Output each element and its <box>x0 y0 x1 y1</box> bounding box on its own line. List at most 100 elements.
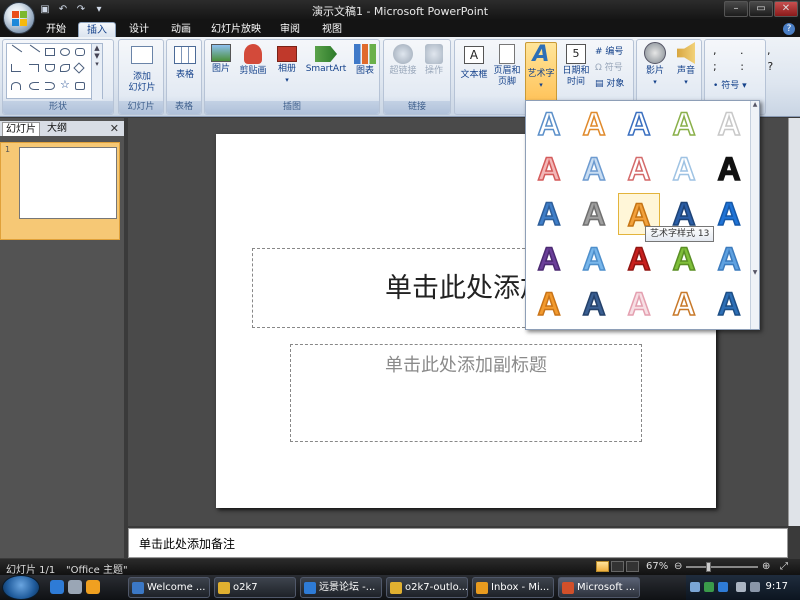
wordart-gallery-scrollbar[interactable]: ▲ ▼ <box>750 101 759 329</box>
tray-icon-2[interactable] <box>704 582 714 592</box>
slide-thumbnail[interactable] <box>19 147 117 219</box>
elbow-connector-icon[interactable] <box>11 64 21 72</box>
wordart-style-10[interactable]: A <box>708 148 750 190</box>
smartart-button[interactable]: SmartArt <box>303 42 349 75</box>
desktop-quicklaunch-icon[interactable] <box>68 580 82 594</box>
header-footer-button[interactable]: 页眉和 页脚 <box>491 42 523 88</box>
save-icon[interactable]: ▣ <box>38 3 52 16</box>
arc-shape-icon[interactable] <box>11 82 21 90</box>
sound-dropdown-icon[interactable]: ▾ <box>671 77 701 88</box>
new-slide-button[interactable]: 添加 幻灯片 <box>123 42 161 94</box>
notes-pane[interactable]: 单击此处添加备注 <box>128 528 788 558</box>
wordart-style-9[interactable]: A <box>663 148 705 190</box>
wordart-style-25[interactable]: A <box>708 283 750 325</box>
picture-button[interactable]: 图片 <box>208 42 234 75</box>
customize-icon[interactable]: ▾ <box>92 3 106 16</box>
task-powerpoint[interactable]: Microsoft ... <box>558 577 640 598</box>
zoom-out-icon[interactable]: ⊖ <box>674 561 682 572</box>
wordart-style-11[interactable]: A <box>528 193 570 235</box>
rectangle-shape-icon[interactable] <box>45 48 55 56</box>
wordart-style-3[interactable]: A <box>618 103 660 145</box>
shapes-gallery[interactable]: ☆ ▲ ▼ ▾ <box>6 43 103 100</box>
curve-shape-icon[interactable] <box>60 64 70 72</box>
symbol-row-1[interactable]: , . , <box>713 44 780 57</box>
wordart-style-19[interactable]: A <box>663 238 705 280</box>
subtitle-placeholder[interactable]: 单击此处添加副标题 <box>290 344 642 442</box>
zoom-slider-track[interactable] <box>686 566 758 568</box>
wordart-style-22[interactable]: A <box>573 283 615 325</box>
zoom-slider-thumb[interactable] <box>706 562 711 572</box>
textbox-button[interactable]: A 文本框 <box>457 42 491 81</box>
elbow-arrow-icon[interactable] <box>29 64 39 72</box>
brace-shape-icon[interactable] <box>29 82 39 90</box>
app-quicklaunch-icon[interactable] <box>86 580 100 594</box>
volume-icon[interactable] <box>736 582 746 592</box>
ie-quicklaunch-icon[interactable] <box>50 580 64 594</box>
start-button[interactable] <box>2 575 40 600</box>
symbol-button-small[interactable]: Ω 符号 <box>595 60 623 73</box>
star-shape-icon[interactable]: ☆ <box>60 79 70 90</box>
table-button[interactable]: 表格 <box>170 42 200 81</box>
special-symbol-button[interactable]: • 符号 ▾ <box>713 78 747 91</box>
line-shape-icon[interactable] <box>11 44 23 53</box>
fit-to-window-icon[interactable]: ⤢ <box>780 561 788 572</box>
wordart-style-21[interactable]: A <box>528 283 570 325</box>
clipart-button[interactable]: 剪贴画 <box>235 42 271 77</box>
wordart-style-20[interactable]: A <box>708 238 750 280</box>
tab-design[interactable]: 设计 <box>120 22 158 37</box>
photo-album-dropdown-icon[interactable]: ▾ <box>273 75 301 86</box>
wordart-style-2[interactable]: A <box>573 103 615 145</box>
close-button[interactable]: ✕ <box>774 1 798 17</box>
office-button[interactable] <box>3 2 35 34</box>
tab-slideshow[interactable]: 幻灯片放映 <box>206 22 266 37</box>
network-icon[interactable] <box>750 582 760 592</box>
close-icon[interactable]: ✕ <box>110 122 119 135</box>
slide-sorter-view-button[interactable] <box>611 561 624 572</box>
zoom-in-icon[interactable]: ⊕ <box>762 561 770 572</box>
wordart-style-18[interactable]: A <box>618 238 660 280</box>
tab-home[interactable]: 开始 <box>38 22 74 37</box>
object-button[interactable]: ▤ 对象 <box>595 76 624 89</box>
symbol-row-2[interactable]: ; : ? <box>713 60 783 73</box>
datetime-button[interactable]: 5 日期和 时间 <box>559 42 593 88</box>
wordart-style-6[interactable]: A <box>528 148 570 190</box>
tab-review[interactable]: 审阅 <box>272 22 308 37</box>
wordart-style-17[interactable]: A <box>573 238 615 280</box>
tray-icon-3[interactable] <box>718 582 728 592</box>
task-o2k7[interactable]: o2k7 <box>214 577 296 598</box>
tab-view[interactable]: 视图 <box>314 22 350 37</box>
wordart-style-24[interactable]: A <box>663 283 705 325</box>
wordart-style-8[interactable]: A <box>618 148 660 190</box>
wordart-style-4[interactable]: A <box>663 103 705 145</box>
wordart-style-7[interactable]: A <box>573 148 615 190</box>
wordart-style-12[interactable]: A <box>573 193 615 235</box>
wordart-style-1[interactable]: A <box>528 103 570 145</box>
tray-icon-1[interactable] <box>690 582 700 592</box>
wordart-button[interactable]: A 艺术字 ▾ <box>525 42 557 102</box>
movie-dropdown-icon[interactable]: ▾ <box>640 77 670 88</box>
normal-view-button[interactable] <box>596 561 609 572</box>
wordart-style-23[interactable]: A <box>618 283 660 325</box>
movie-button[interactable]: 影片 ▾ <box>640 42 670 88</box>
rounded-rect-shape-icon[interactable] <box>75 48 85 56</box>
tab-outline-pane[interactable]: 大纲 <box>44 122 70 136</box>
task-o2k7-outlook[interactable]: o2k7-outlo... <box>386 577 468 598</box>
redo-icon[interactable]: ↷ <box>74 3 88 16</box>
task-forum[interactable]: 远景论坛 -... <box>300 577 382 598</box>
tab-insert[interactable]: 插入 <box>78 22 116 37</box>
wordart-style-5[interactable]: A <box>708 103 750 145</box>
task-inbox[interactable]: Inbox - Mi... <box>472 577 554 598</box>
slide-number-button[interactable]: # 编号 <box>595 44 623 57</box>
sound-button[interactable]: 声音 ▾ <box>671 42 701 88</box>
action-button[interactable]: 操作 <box>420 42 448 77</box>
clock[interactable]: 9:17 <box>766 581 788 592</box>
zoom-level[interactable]: 67% <box>646 561 668 572</box>
chart-button[interactable]: 图表 <box>351 42 379 77</box>
hyperlink-button[interactable]: 超链接 <box>387 42 419 77</box>
oval-shape-icon[interactable] <box>60 48 70 56</box>
minimize-button[interactable]: – <box>724 1 748 17</box>
arrow-shape-icon[interactable] <box>29 44 41 53</box>
shapes-gallery-scroll[interactable]: ▲ ▼ ▾ <box>91 44 102 100</box>
tab-slides-pane[interactable]: 幻灯片 <box>2 122 40 136</box>
callout-shape-icon[interactable] <box>75 82 85 90</box>
